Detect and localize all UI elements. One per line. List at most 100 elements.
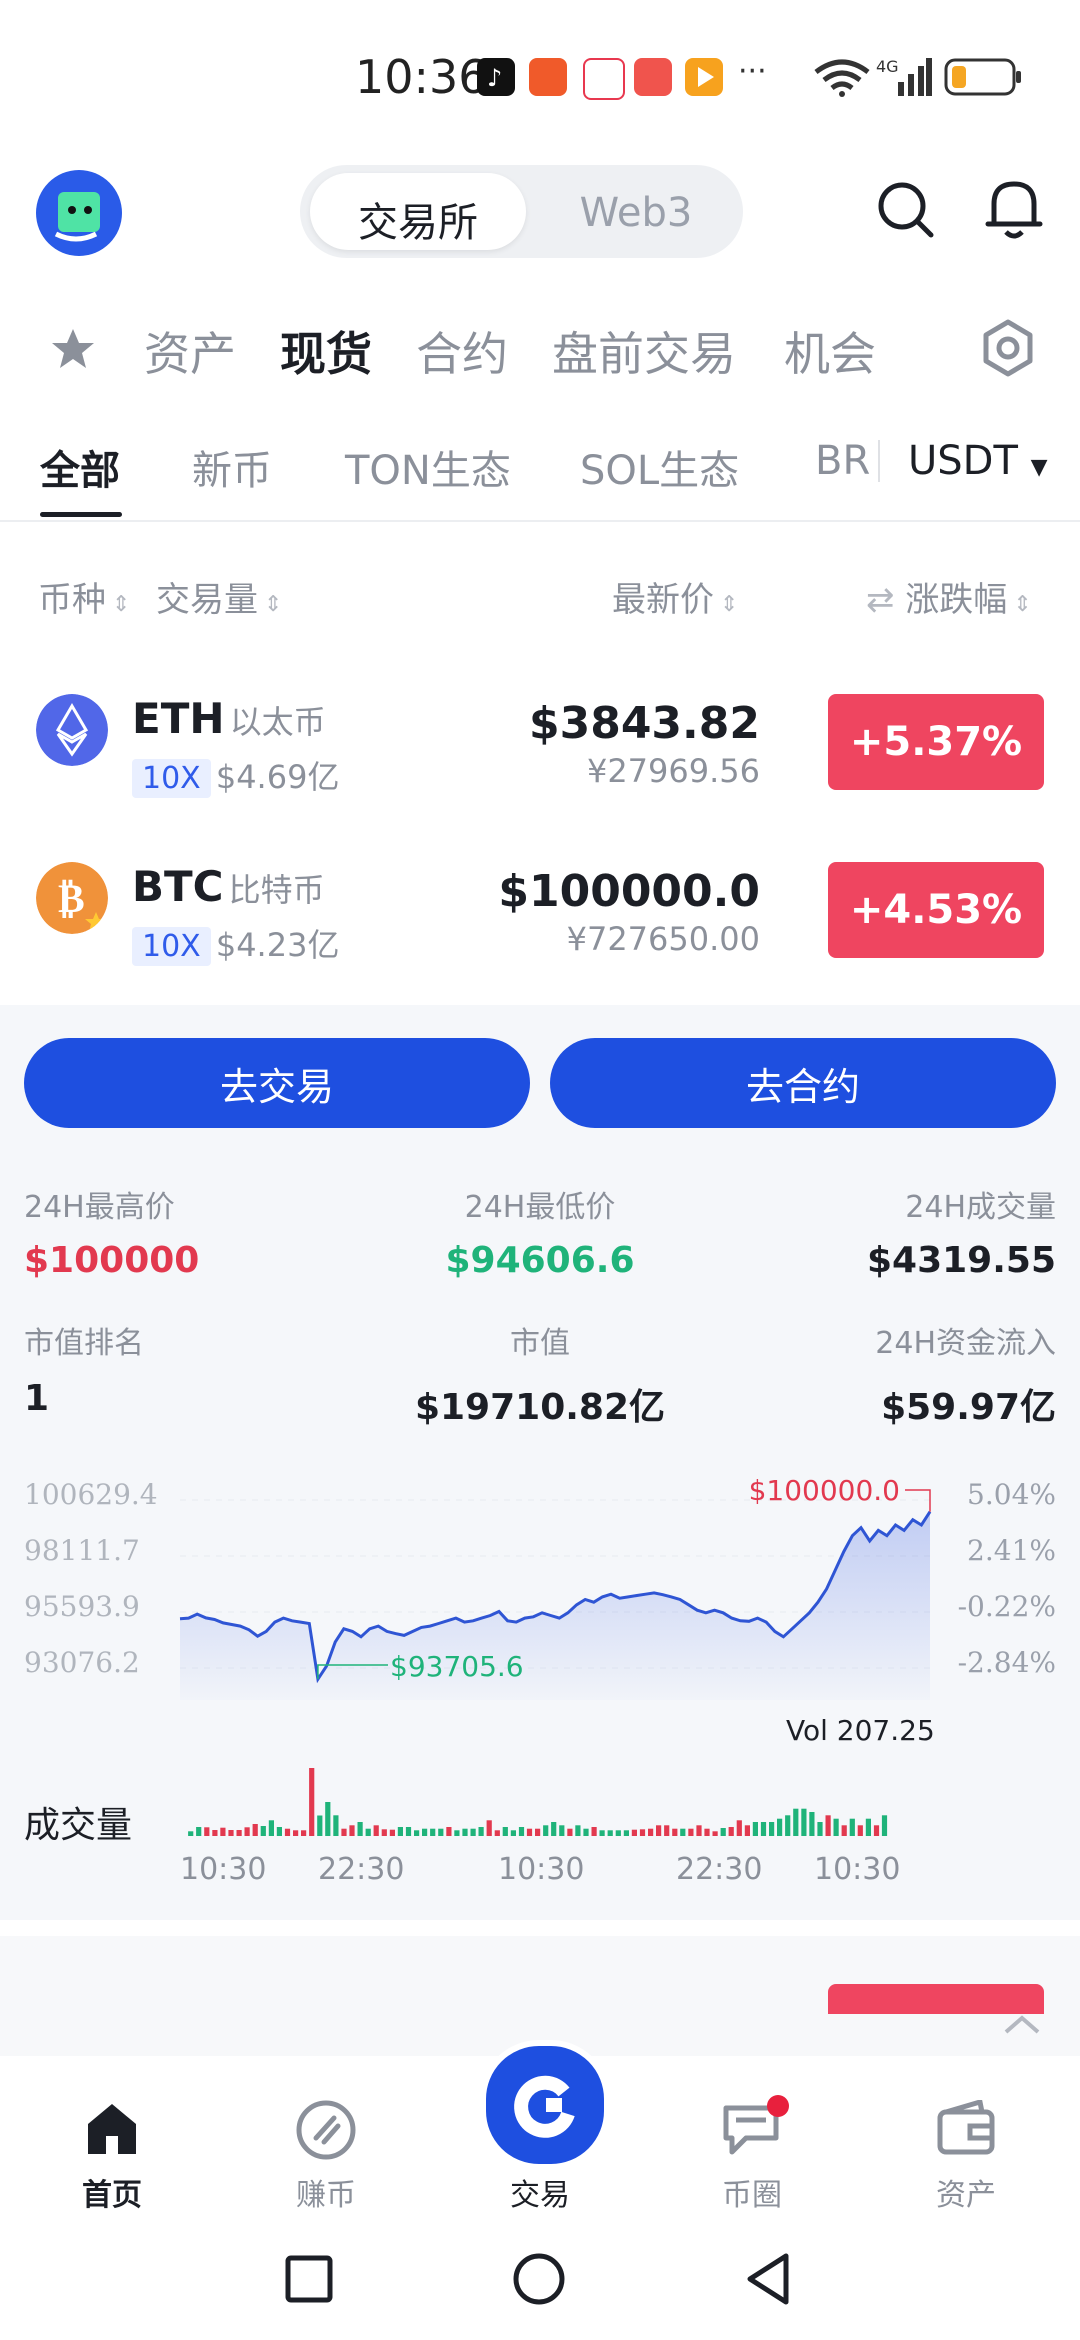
high-marker-leader bbox=[905, 1489, 931, 1512]
volume-bar bbox=[752, 1822, 758, 1836]
volume-bar bbox=[881, 1815, 888, 1836]
category-premarket[interactable]: 盘前交易 bbox=[552, 318, 736, 384]
nav-community[interactable]: 币圈 bbox=[692, 2170, 812, 2214]
chevron-up-icon[interactable] bbox=[1000, 2010, 1044, 2040]
last-price: $3843.82 bbox=[528, 698, 760, 749]
segment-exchange-label[interactable]: 交易所 bbox=[310, 190, 526, 248]
column-change-label: 涨跌幅 bbox=[905, 580, 1008, 620]
column-coin[interactable]: 币种 ⇕ bbox=[38, 572, 130, 621]
home-icon[interactable] bbox=[82, 2100, 142, 2156]
subtab-ton[interactable]: TON生态 bbox=[345, 438, 511, 496]
stat-value-rank: 1 bbox=[24, 1378, 50, 1419]
earn-icon[interactable] bbox=[294, 2098, 358, 2162]
community-icon[interactable] bbox=[720, 2094, 792, 2160]
search-icon[interactable] bbox=[876, 180, 936, 240]
category-spot[interactable]: 现货 bbox=[280, 318, 372, 384]
stat-label-inflow: 24H资金流入 bbox=[875, 1326, 1056, 1361]
stat-label-volume: 24H成交量 bbox=[905, 1190, 1056, 1225]
volume-bar bbox=[712, 1831, 718, 1836]
volume-bar bbox=[365, 1828, 371, 1836]
price-area bbox=[180, 1511, 930, 1700]
back-triangle-icon[interactable] bbox=[744, 2252, 794, 2306]
sort-icon: ⇕ bbox=[720, 592, 739, 617]
volume-bar bbox=[849, 1818, 855, 1836]
column-last-price-label: 最新价 bbox=[612, 580, 714, 620]
volume-bar bbox=[785, 1815, 791, 1836]
volume-bar bbox=[341, 1828, 347, 1836]
volume-bar bbox=[720, 1828, 726, 1836]
category-contracts[interactable]: 合约 bbox=[416, 318, 508, 384]
volume-bar bbox=[357, 1822, 363, 1836]
subtab-separator bbox=[878, 440, 880, 482]
x-tick-time: 10:30 bbox=[180, 1852, 267, 1887]
nav-assets[interactable]: 资产 bbox=[906, 2170, 1026, 2214]
volume-bar bbox=[599, 1830, 605, 1836]
column-volume[interactable]: 交易量 ⇕ bbox=[156, 572, 282, 621]
volume-bar bbox=[381, 1829, 387, 1836]
coin-volume: $4.69亿 bbox=[215, 758, 340, 796]
price-line-chart[interactable] bbox=[0, 1460, 1080, 1720]
favorites-star-icon[interactable] bbox=[50, 326, 96, 370]
leverage-badge: 10X bbox=[132, 927, 211, 966]
volume-bar bbox=[760, 1822, 767, 1836]
go-contract-button[interactable]: 去合约 bbox=[550, 1038, 1056, 1128]
volume-bar bbox=[284, 1828, 291, 1836]
volume-bar bbox=[373, 1825, 379, 1836]
volume-bar bbox=[825, 1815, 831, 1836]
column-last-price[interactable]: 最新价 ⇕ bbox=[612, 572, 738, 621]
volume-bar bbox=[688, 1828, 694, 1836]
volume-bar bbox=[704, 1828, 710, 1836]
volume-bar bbox=[567, 1828, 573, 1836]
subtab-new-coins[interactable]: 新币 bbox=[192, 438, 272, 496]
volume-bar bbox=[865, 1818, 871, 1836]
settings-hexagon-icon[interactable] bbox=[978, 318, 1038, 378]
volume-bar bbox=[615, 1830, 621, 1836]
volume-bar bbox=[535, 1828, 541, 1836]
coin-fullname: 比特币 bbox=[228, 871, 325, 909]
mail-app-icon bbox=[583, 58, 625, 100]
subtab-all[interactable]: 全部 bbox=[40, 438, 120, 496]
volume-bar bbox=[672, 1828, 678, 1836]
trade-fab-button[interactable] bbox=[480, 2040, 610, 2170]
quote-currency-selector[interactable]: USDT ▼ bbox=[908, 438, 1048, 484]
change-badge[interactable]: +5.37% bbox=[828, 694, 1044, 790]
volume-bar bbox=[494, 1830, 500, 1836]
volume-bar bbox=[438, 1828, 444, 1836]
volume-bar bbox=[680, 1828, 686, 1836]
go-trade-button[interactable]: 去交易 bbox=[24, 1038, 530, 1128]
nav-earn[interactable]: 赚币 bbox=[266, 2170, 386, 2214]
wallet-icon[interactable] bbox=[936, 2100, 996, 2156]
column-change[interactable]: ⇄ 涨跌幅 ⇕ bbox=[866, 572, 1032, 621]
nav-home[interactable]: 首页 bbox=[52, 2170, 172, 2214]
category-assets[interactable]: 资产 bbox=[144, 318, 236, 384]
bell-icon[interactable] bbox=[984, 176, 1044, 242]
recents-square-icon[interactable] bbox=[284, 2254, 334, 2304]
nav-trade[interactable]: 交易 bbox=[480, 2170, 600, 2214]
segment-web3-label[interactable]: Web3 bbox=[536, 190, 736, 236]
high-marker-label: $100000.0 bbox=[748, 1474, 900, 1507]
volume-bar bbox=[793, 1808, 799, 1836]
change-badge[interactable]: +4.53% bbox=[828, 862, 1044, 958]
cellular-signal-icon: 4G bbox=[876, 57, 932, 96]
eth-coin-icon bbox=[36, 694, 108, 766]
coin-volume: $4.23亿 bbox=[215, 926, 340, 964]
avatar[interactable] bbox=[36, 170, 122, 256]
category-opportunities[interactable]: 机会 bbox=[784, 318, 876, 384]
volume-bar bbox=[188, 1831, 194, 1836]
volume-bar bbox=[486, 1820, 492, 1836]
chevron-down-icon: ▼ bbox=[1030, 455, 1048, 480]
volume-bar bbox=[405, 1827, 412, 1836]
volume-bar bbox=[744, 1825, 750, 1836]
volume-bar bbox=[349, 1825, 355, 1836]
subtab-sol[interactable]: SOL生态 bbox=[580, 438, 739, 496]
wifi-icon bbox=[814, 59, 870, 97]
volume-bar bbox=[276, 1827, 282, 1836]
volume-bar bbox=[228, 1830, 234, 1836]
price-cny: ¥27969.56 bbox=[586, 752, 760, 790]
volume-bar bbox=[873, 1825, 880, 1836]
subtab-br[interactable]: BR bbox=[815, 438, 870, 484]
volume-bar bbox=[252, 1824, 258, 1836]
home-circle-icon[interactable] bbox=[512, 2252, 566, 2306]
volume-bar bbox=[736, 1820, 742, 1836]
quote-currency-label: USDT bbox=[908, 438, 1018, 484]
